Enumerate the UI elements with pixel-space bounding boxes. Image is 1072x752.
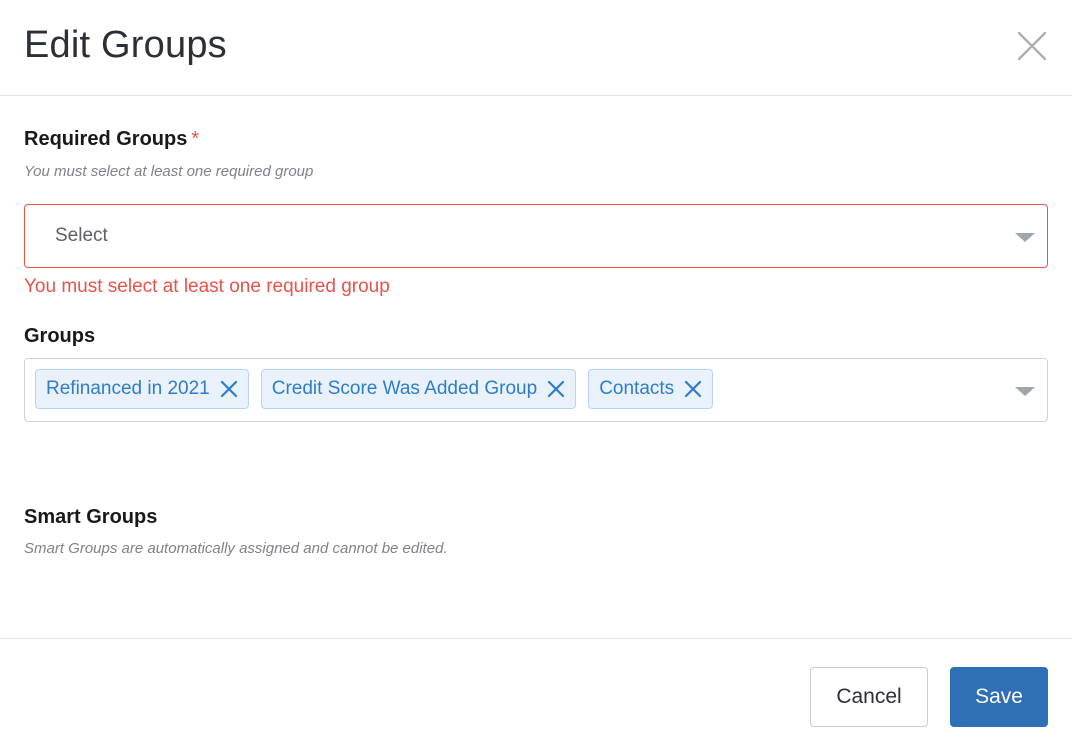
group-chip-label: Refinanced in 2021 (46, 378, 210, 399)
group-chip: Refinanced in 2021 (35, 369, 249, 409)
cancel-button[interactable]: Cancel (810, 667, 928, 727)
groups-select[interactable]: Refinanced in 2021 Credit Score Was Adde… (24, 358, 1048, 422)
group-chip: Contacts (588, 369, 714, 409)
chevron-down-icon[interactable] (1015, 387, 1035, 396)
groups-chips: Refinanced in 2021 Credit Score Was Adde… (35, 369, 714, 409)
groups-label: Groups (24, 325, 96, 347)
chevron-down-icon[interactable] (1015, 233, 1035, 242)
close-icon (220, 380, 237, 398)
required-groups-label: Required Groups * (24, 128, 199, 151)
close-button[interactable] (1016, 28, 1048, 64)
close-icon (548, 380, 565, 398)
required-groups-label-text: Required Groups (24, 128, 188, 150)
required-groups-error: You must select at least one required gr… (24, 276, 390, 297)
chip-remove-button[interactable] (220, 380, 238, 398)
chip-remove-button[interactable] (547, 380, 565, 398)
close-icon (685, 380, 702, 398)
smart-groups-label: Smart Groups (24, 506, 158, 528)
required-groups-helper: You must select at least one required gr… (24, 163, 314, 180)
dialog-header: Edit Groups (0, 0, 1072, 96)
chip-remove-button[interactable] (684, 380, 702, 398)
required-marker: * (191, 128, 200, 150)
save-button[interactable]: Save (950, 667, 1048, 727)
dialog-footer: Cancel Save (0, 638, 1072, 752)
close-icon (1017, 31, 1047, 61)
required-groups-placeholder: Select (55, 225, 108, 246)
smart-groups-helper: Smart Groups are automatically assigned … (24, 540, 448, 557)
group-chip-label: Credit Score Was Added Group (271, 378, 538, 399)
group-chip: Credit Score Was Added Group (260, 369, 577, 409)
edit-groups-dialog: Edit Groups Required Groups * You must se… (0, 0, 1072, 752)
group-chip-label: Contacts (599, 378, 675, 399)
dialog-title: Edit Groups (24, 24, 227, 66)
required-groups-select[interactable]: Select (24, 204, 1048, 268)
